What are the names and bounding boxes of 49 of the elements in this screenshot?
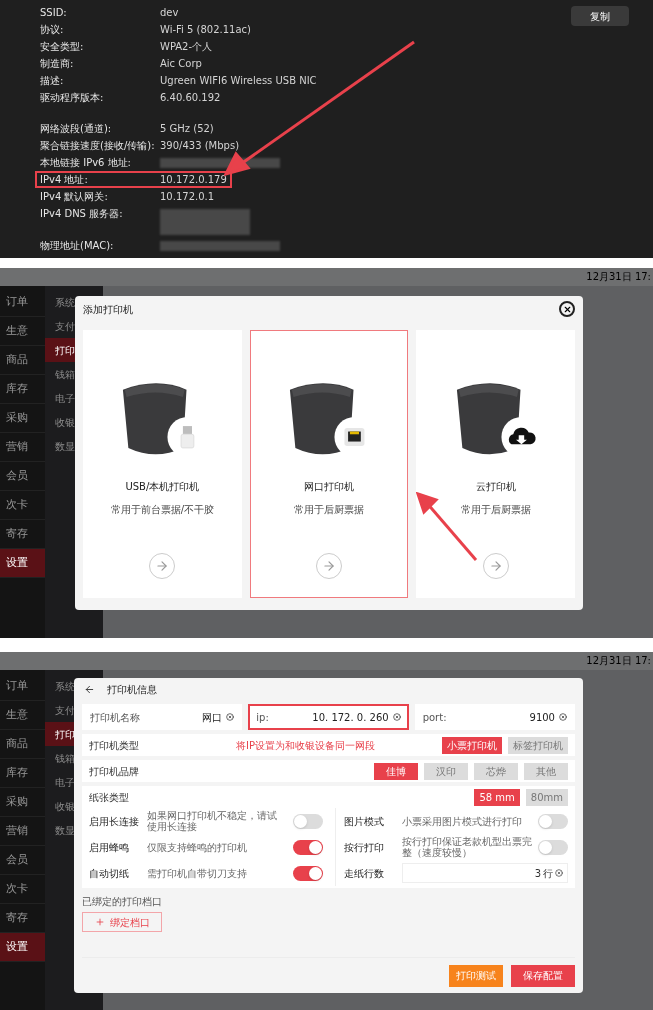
dialog-title: 添加打印机 [83, 302, 133, 317]
printer-type-subtitle: 常用于后厨票据 [294, 503, 364, 517]
setting-hint: 按行打印保证老款机型出票完整（速度较慢） [401, 836, 532, 858]
setting-label: 启用蜂鸣 [89, 840, 130, 855]
dialog-title: 打印机信息 [107, 682, 157, 697]
setting-hint: 仅限支持蜂鸣的打印机 [147, 841, 248, 853]
property-value: 10.172.0.179 [160, 173, 227, 186]
setting-label: 按行打印 [343, 840, 385, 855]
printer-type-title: 网口打印机 [304, 480, 354, 494]
property-value: Wi-Fi 5 (802.11ac) [160, 23, 251, 36]
property-label: 本地链接 IPv6 地址: [40, 156, 132, 169]
clock-text: 12月31日 17: [586, 654, 651, 668]
property-label: SSID: [40, 6, 68, 19]
property-value: 6.40.60.192 [160, 91, 221, 104]
property-label: IPv4 DNS 服务器: [40, 207, 124, 220]
property-label: IPv4 地址: [40, 173, 89, 186]
row-label: 打印机类型 [89, 738, 140, 753]
property-label: 制造商: [40, 57, 75, 70]
property-value: dev [160, 6, 179, 19]
property-label: 聚合链接速度(接收/传输): [40, 139, 156, 152]
property-label: 驱动程序版本: [40, 91, 105, 104]
setting-hint: 需打印机自带切刀支持 [147, 867, 248, 879]
setting-label: 走纸行数 [343, 866, 385, 881]
property-value: 10.172.0.1 [160, 190, 215, 203]
property-value: 390/433 (Mbps) [160, 139, 240, 152]
property-label: 描述: [40, 74, 65, 87]
property-value: 5 GHz (52) [160, 122, 214, 135]
property-label: IPv4 默认网关: [40, 190, 109, 203]
property-value: Ugreen WIFI6 Wireless USB NIC [160, 74, 317, 87]
setting-label: 启用长连接 [89, 814, 140, 829]
property-label: 网络波段(通道): [40, 122, 113, 135]
annotation-note: 将IP设置为和收银设备同一网段 [235, 738, 376, 753]
property-label: 物理地址(MAC): [40, 239, 115, 252]
property-value: Aic Corp [160, 57, 202, 70]
setting-label: 自动切纸 [89, 866, 130, 881]
property-value: WPA2-个人 [160, 40, 213, 53]
setting-hint: 如果网口打印机不稳定，请试使用长连接 [147, 810, 278, 832]
printer-type-title: 云打印机 [475, 480, 516, 494]
printer-type-title: USB/本机打印机 [125, 480, 200, 494]
setting-label: 图片模式 [343, 814, 385, 829]
printer-type-subtitle: 常用于后厨票据 [460, 503, 531, 517]
row-label: 纸张类型 [89, 790, 130, 805]
property-label: 安全类型: [40, 40, 85, 53]
section-label: 已绑定的打印档口 [82, 895, 163, 909]
setting-hint: 小票采用图片模式进行打印 [401, 815, 523, 827]
printer-type-subtitle: 常用于前台票据/不干胶 [110, 503, 214, 517]
property-label: 协议: [40, 23, 65, 36]
clock-text: 12月31日 17: [586, 270, 651, 284]
row-label: 打印机品牌 [89, 764, 140, 779]
